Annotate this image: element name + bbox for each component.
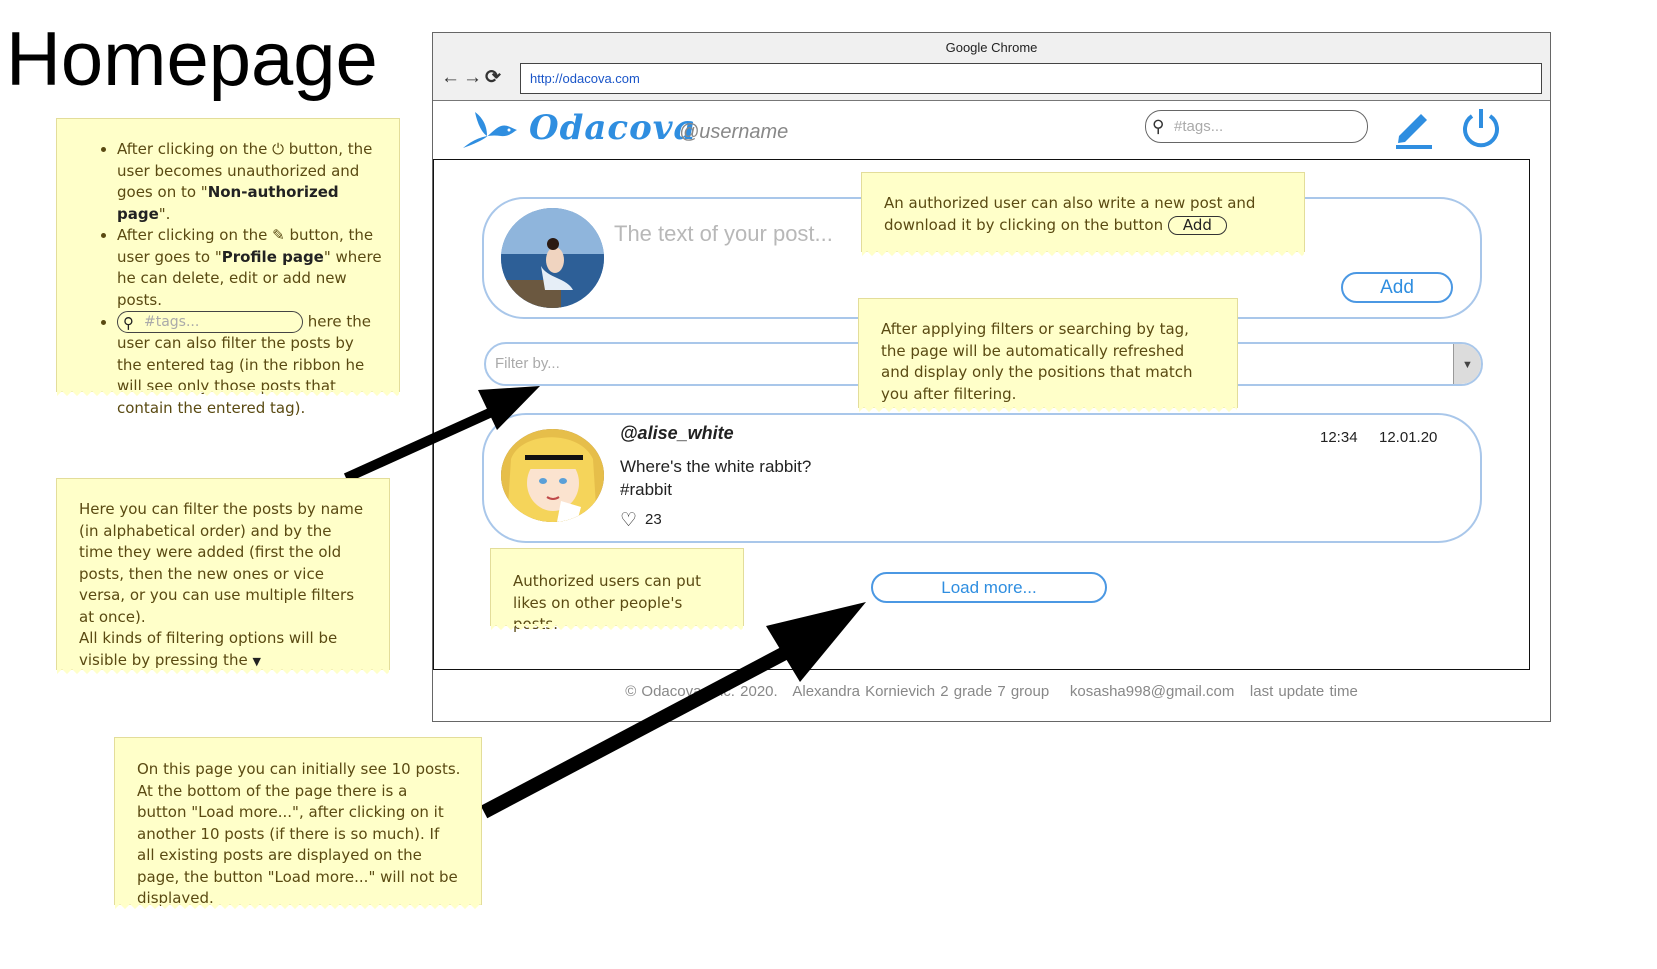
post-text-line: Where's the white rabbit? (620, 457, 812, 476)
load-more-button[interactable]: Load more... (871, 572, 1107, 603)
user-avatar (501, 208, 604, 308)
post-date: 12.01.20 (1379, 429, 1438, 446)
note-text: After clicking on the (117, 226, 268, 244)
post-text-input[interactable]: The text of your post... (614, 221, 833, 247)
browser-chrome: Google Chrome ←→⟳ http://odacova.com (433, 33, 1550, 101)
post-time: 12:34 (1320, 429, 1358, 446)
search-icon: ⚲ (123, 314, 134, 332)
power-icon: ⏻ (272, 140, 284, 158)
footer-update: last update time (1249, 683, 1358, 700)
note-bold: Profile page (221, 247, 324, 266)
like-count: 23 (645, 511, 662, 528)
url-bar[interactable]: http://odacova.com (520, 63, 1542, 94)
browser-title: Google Chrome (945, 40, 1038, 55)
footer: © Odacova, Inc. 2020. Alexandra Kornievi… (433, 683, 1550, 700)
nav-buttons[interactable]: ←→⟳ (441, 66, 504, 89)
note-text: Here you can filter the posts by name (i… (79, 500, 364, 626)
note-text: On this page you can initially see 10 po… (137, 760, 461, 907)
note-text: All kinds of filtering options will be v… (79, 629, 338, 669)
note-likes: Authorized users can put likes on other … (490, 548, 744, 633)
mini-search-placeholder: #tags... (144, 314, 200, 330)
heart-icon[interactable]: ♡ (620, 510, 637, 531)
note-text: Authorized users can put likes on other … (513, 572, 701, 633)
mini-search-illustration: ⚲ #tags... (117, 311, 303, 333)
note-authorized-write: An authorized user can also write a new … (861, 172, 1305, 258)
search-placeholder: #tags... (1174, 118, 1224, 135)
note-text: ". (158, 204, 171, 223)
note-header-actions: After clicking on the ⏻ button, the user… (56, 118, 400, 417)
post-author-avatar[interactable] (501, 429, 604, 522)
page-title: Homepage (6, 17, 378, 102)
footer-email[interactable]: kosasha998@gmail.com (1070, 683, 1234, 700)
note-load-more: On this page you can initially see 10 po… (114, 737, 482, 911)
note-filter-by: Here you can filter the posts by name (i… (56, 478, 390, 676)
power-icon[interactable] (1459, 106, 1503, 150)
note-text: After applying filters or searching by t… (881, 320, 1193, 403)
search-icon: ⚲ (1152, 117, 1165, 136)
post-card: @alise_white 12:34 12.01.20 Where's the … (482, 413, 1482, 543)
tags-search-input[interactable]: ⚲ #tags... (1145, 110, 1368, 143)
filter-placeholder: Filter by... (495, 355, 560, 372)
note-text: After clicking on the (117, 140, 268, 158)
logo-bird-icon (463, 112, 517, 148)
post-author[interactable]: @alise_white (620, 423, 734, 444)
footer-copyright: © Odacova, Inc. 2020. (625, 683, 778, 700)
post-likes: ♡ 23 (620, 509, 662, 532)
mini-add-button: Add (1167, 215, 1227, 235)
note-filters-applied: After applying filters or searching by t… (858, 298, 1238, 414)
app-header: Odacova @username ⚲ #tags... (433, 102, 1550, 160)
post-text: Where's the white rabbit? #rabbit (620, 455, 811, 501)
dropdown-arrow-icon[interactable]: ▼ (1453, 344, 1481, 384)
footer-author: Alexandra Kornievich 2 grade 7 group (792, 683, 1050, 700)
edit-icon: ✎ (272, 226, 285, 244)
dropdown-arrow-icon: ▼ (252, 654, 261, 668)
post-tag[interactable]: #rabbit (620, 478, 811, 501)
username: @username (679, 121, 789, 143)
edit-icon[interactable] (1393, 106, 1435, 150)
add-post-button[interactable]: Add (1341, 272, 1453, 303)
logo[interactable]: Odacova (529, 108, 697, 148)
